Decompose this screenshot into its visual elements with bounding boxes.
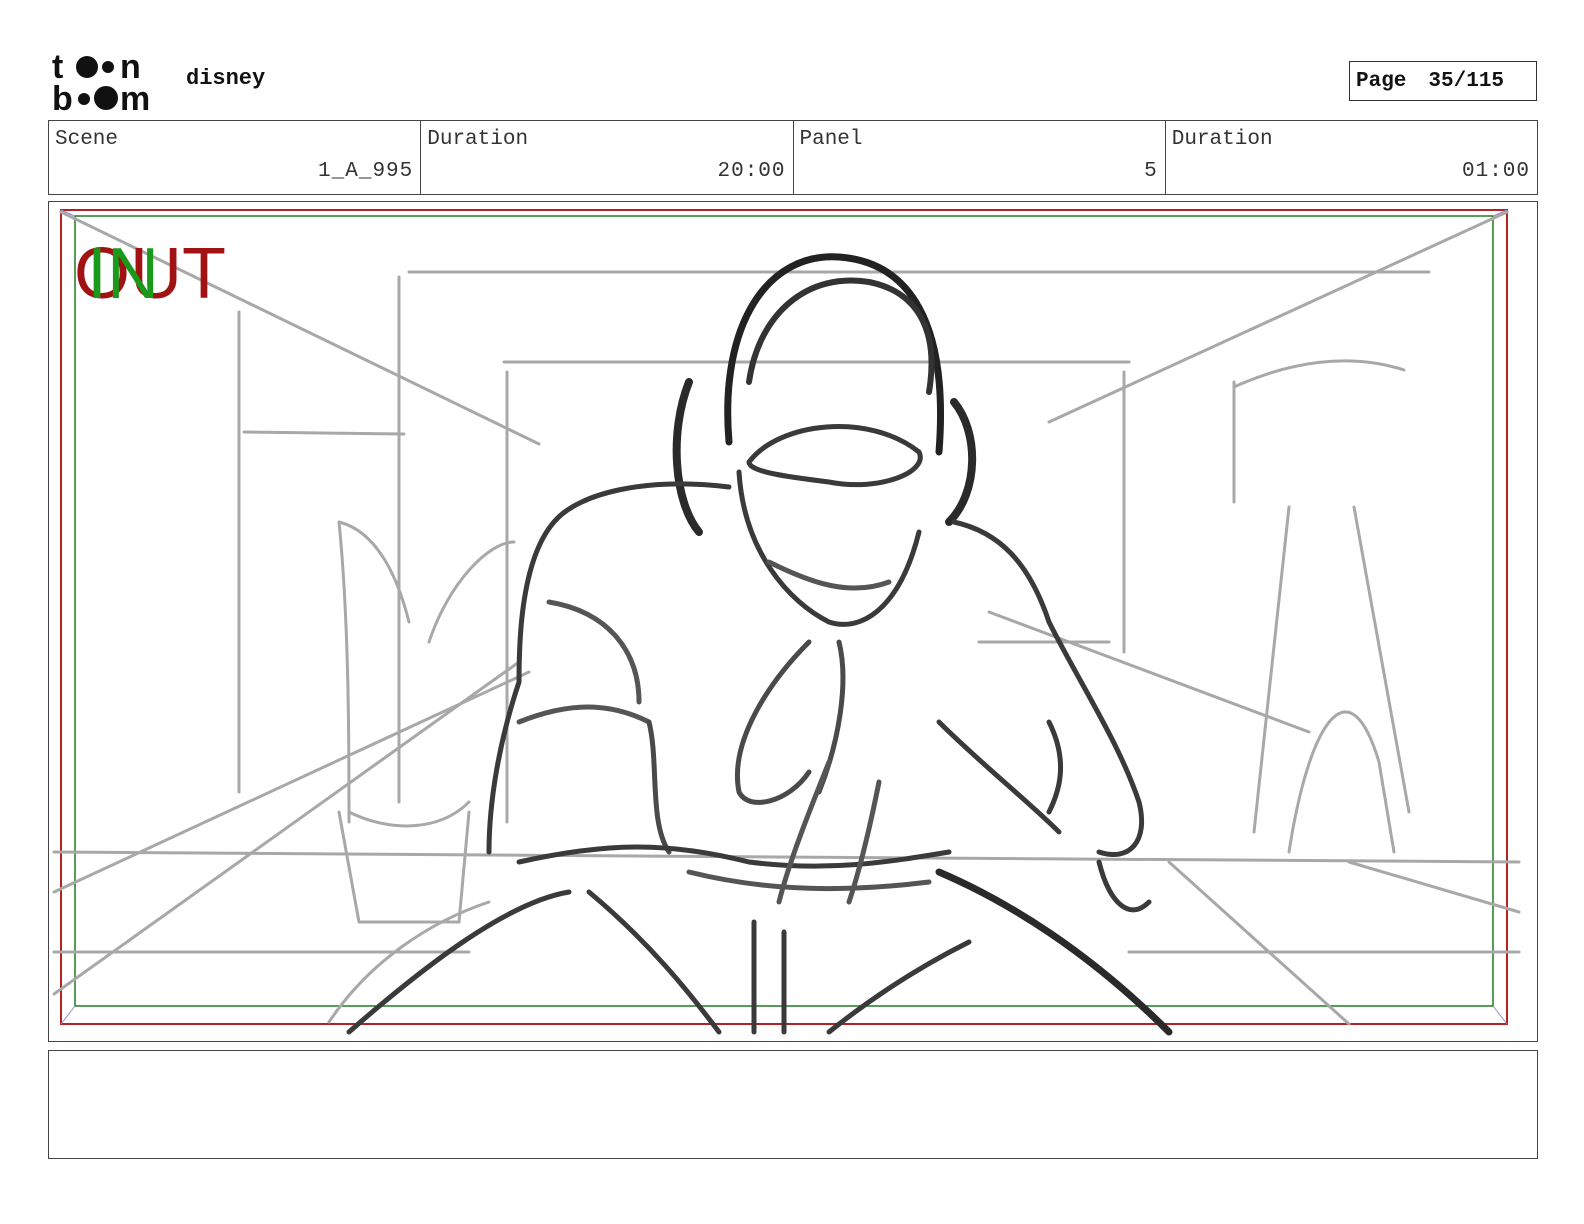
- toon-boom-logo: t n b m: [52, 50, 150, 112]
- panel-duration-label: Duration: [1171, 128, 1273, 151]
- page-label: Page: [1356, 69, 1407, 93]
- character-sketch: [346, 253, 1173, 1036]
- scene-cell: Scene 1_A_995: [49, 121, 422, 194]
- storyboard-panel: OUT IN: [48, 201, 1538, 1042]
- panel-value: 5: [1144, 160, 1158, 183]
- svg-text:m: m: [120, 80, 150, 112]
- panel-notes-area[interactable]: [48, 1050, 1538, 1159]
- svg-text:b: b: [52, 80, 73, 112]
- panel-label: Panel: [799, 128, 863, 151]
- background-sketch: [52, 210, 1521, 1026]
- panel-duration-value: 01:00: [1461, 160, 1530, 183]
- project-name: disney: [186, 66, 266, 91]
- out-frame-guide: [60, 209, 1508, 1025]
- scene-info-bar: Scene 1_A_995 Duration 20:00 Panel 5 Dur…: [48, 120, 1538, 195]
- scene-duration-cell: Duration 20:00: [421, 121, 794, 194]
- scene-label: Scene: [55, 128, 119, 151]
- sketch-drawing: [52, 209, 1521, 1036]
- scene-value: 1_A_995: [318, 160, 414, 183]
- panel-duration-cell: Duration 01:00: [1166, 121, 1537, 194]
- page-indicator: Page 35/115: [1349, 61, 1537, 101]
- scene-duration-label: Duration: [427, 128, 529, 151]
- scene-duration-value: 20:00: [717, 160, 786, 183]
- panel-cell: Panel 5: [794, 121, 1166, 194]
- in-marker: IN: [87, 234, 159, 314]
- page-value: 35/115: [1428, 69, 1505, 93]
